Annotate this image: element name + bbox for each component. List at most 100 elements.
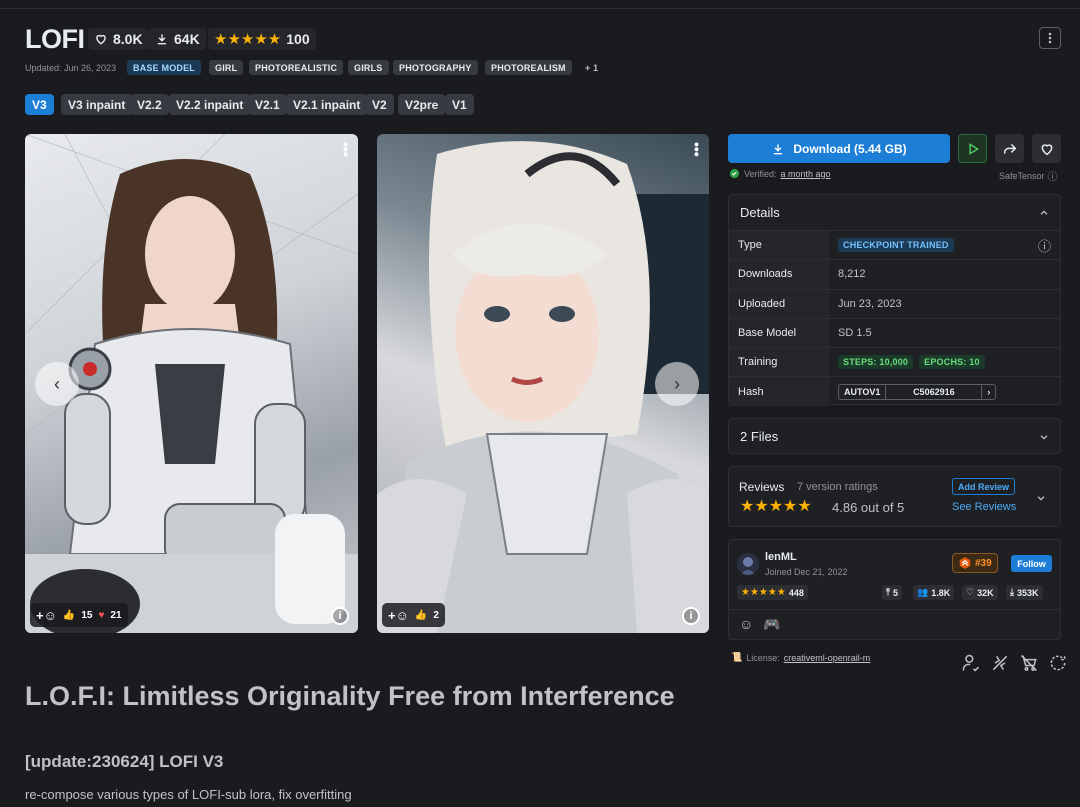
verified-date-link[interactable]: a month ago	[781, 169, 831, 179]
details-key: Type	[729, 231, 829, 260]
creator-downloads: ⤓ 353K	[1006, 585, 1043, 600]
image-1-options-icon[interactable]: •••	[338, 142, 354, 157]
creator-downloads-count: 353K	[1016, 587, 1039, 598]
creator-divider	[728, 609, 1061, 610]
version-tab-v2-1-inpaint[interactable]: V2.1 inpaint	[286, 94, 368, 115]
downloads-count: 64K	[174, 31, 200, 47]
details-header[interactable]: Details	[729, 195, 1060, 230]
upload-icon: ⤒	[886, 587, 890, 597]
details-key: Uploaded	[729, 289, 829, 318]
hash-value[interactable]: C5062916	[886, 384, 983, 399]
prev-image-button[interactable]: ‹	[35, 362, 79, 406]
image-2-reactions[interactable]: +☺ 👍 2	[382, 603, 445, 627]
avatar[interactable]	[737, 553, 759, 575]
heart-icon	[96, 34, 106, 45]
version-tab-v3-inpaint[interactable]: V3 inpaint	[61, 94, 133, 115]
info-icon[interactable]: ⓘ	[1048, 168, 1058, 183]
civitai-icon[interactable]: ☺	[739, 616, 753, 633]
tag-photorealistic[interactable]: PHOTOREALISTIC	[249, 60, 344, 75]
type-badge: CHECKPOINT TRAINED	[838, 238, 954, 253]
image-2-options-icon[interactable]: •••	[689, 142, 705, 157]
file-format: SafeTensor ⓘ	[999, 168, 1058, 184]
details-key: Hash	[729, 377, 829, 406]
chevron-right-icon: ›	[674, 373, 680, 394]
creator-links: ☺ 🎮	[739, 616, 781, 633]
image-2-likes: 2	[433, 609, 439, 621]
more-menu-button[interactable]	[1039, 27, 1061, 49]
chevron-left-icon: ‹	[54, 373, 60, 394]
tag-more[interactable]: + 1	[579, 60, 604, 75]
version-tab-v2-1[interactable]: V2.1	[248, 94, 287, 115]
model-title: LOFI	[25, 24, 85, 54]
creator-stars-icon: ★★★★★	[741, 586, 786, 598]
chevron-down-icon[interactable]	[1036, 493, 1046, 503]
download-icon	[157, 34, 167, 45]
gallery-image-2[interactable]: ••• › +☺ 👍 2 i	[377, 134, 709, 633]
license-info: 📜 License: creativeml-openrail-m	[731, 652, 870, 663]
rank-icon	[959, 557, 971, 569]
hash-selector[interactable]: AUTOV1 C5062916 ›	[838, 383, 997, 400]
creator-rating-count: 448	[788, 587, 804, 598]
version-tab-v3[interactable]: V3	[25, 94, 54, 115]
chevron-right-icon[interactable]: ›	[982, 385, 995, 399]
heart-reaction-icon: ♥	[98, 609, 105, 621]
version-tab-v2pre[interactable]: V2pre	[398, 94, 446, 115]
hash-type[interactable]: AUTOV1	[839, 384, 887, 399]
creator-likes-count: 32K	[977, 587, 994, 598]
avatar-image	[740, 557, 756, 575]
version-tab-v2[interactable]: V2	[365, 94, 394, 115]
no-image-icon	[992, 655, 1008, 671]
reviews-heading: Reviews	[739, 480, 785, 494]
add-reaction-icon[interactable]: +☺	[36, 608, 57, 623]
see-reviews-link[interactable]: See Reviews	[952, 501, 1016, 513]
rank-value: #39	[975, 557, 992, 569]
info-icon[interactable]: ⓘ	[1038, 236, 1051, 255]
add-review-button[interactable]: Add Review	[952, 478, 1016, 495]
version-tab-v2-2-inpaint[interactable]: V2.2 inpaint	[169, 94, 251, 115]
download-icon: ⤓	[1010, 587, 1014, 597]
thumbs-up-icon: 👍	[414, 609, 428, 621]
version-tab-v1[interactable]: V1	[445, 94, 474, 115]
creator-followers: 👥 1.8K	[913, 585, 955, 600]
tag-photorealism[interactable]: PHOTOREALISM	[485, 60, 572, 75]
creator-rank-badge: #39	[952, 553, 998, 573]
review-score: 4.86 out of 5	[832, 500, 905, 515]
download-label: Download (5.44 GB)	[793, 141, 907, 156]
rating-stat[interactable]: ★★★★★ 100	[208, 28, 316, 50]
image-1-reactions[interactable]: +☺ 👍 15 ♥ 21	[30, 603, 128, 627]
files-header: 2 Files	[729, 419, 1060, 454]
description-update: [update:230624] LOFI V3	[25, 752, 224, 771]
review-stars-icon: ★★★★★	[740, 498, 812, 515]
details-row-base-model: Base Model SD 1.5	[729, 317, 1060, 348]
tag-photography[interactable]: PHOTOGRAPHY	[393, 60, 478, 75]
chevron-down-icon	[1040, 434, 1048, 440]
followers-count: 1.8K	[931, 587, 951, 598]
add-reaction-icon[interactable]: +☺	[388, 608, 409, 623]
verified-status: Verified: a month ago	[729, 168, 831, 179]
share-button[interactable]	[995, 134, 1024, 163]
follow-button[interactable]: Follow	[1011, 555, 1052, 572]
details-row-training: Training STEPS: 10,000 EPOCHS: 10	[729, 347, 1060, 377]
details-row-type: Type CHECKPOINT TRAINED ⓘ	[729, 230, 1060, 260]
image-1-info-icon[interactable]: i	[331, 607, 349, 625]
tag-girl[interactable]: GIRL	[209, 60, 244, 75]
details-key: Base Model	[729, 318, 829, 348]
share-icon	[1003, 143, 1016, 154]
tag-base-model[interactable]: BASE MODEL	[127, 60, 202, 75]
rating-count: 100	[286, 31, 310, 47]
run-button[interactable]	[958, 134, 987, 163]
files-panel[interactable]: 2 Files	[728, 418, 1061, 454]
likes-stat[interactable]: 8.0K	[88, 28, 149, 50]
tag-girls[interactable]: GIRLS	[348, 60, 389, 75]
favorite-button[interactable]	[1032, 134, 1061, 163]
gallery-image-1[interactable]: ••• ‹ +☺ 👍 15 ♥ 21 i	[25, 134, 358, 633]
image-2-info-icon[interactable]: i	[682, 607, 700, 625]
license-link[interactable]: creativeml-openrail-m	[784, 653, 871, 663]
image-1-hearts: 21	[110, 609, 122, 621]
users-icon: 👥	[917, 587, 929, 597]
version-tab-v2-2[interactable]: V2.2	[130, 94, 169, 115]
creator-name[interactable]: lenML	[765, 551, 797, 563]
download-button[interactable]: Download (5.44 GB)	[728, 134, 950, 163]
next-image-button[interactable]: ›	[655, 362, 699, 406]
gamepad-icon[interactable]: 🎮	[763, 616, 780, 633]
